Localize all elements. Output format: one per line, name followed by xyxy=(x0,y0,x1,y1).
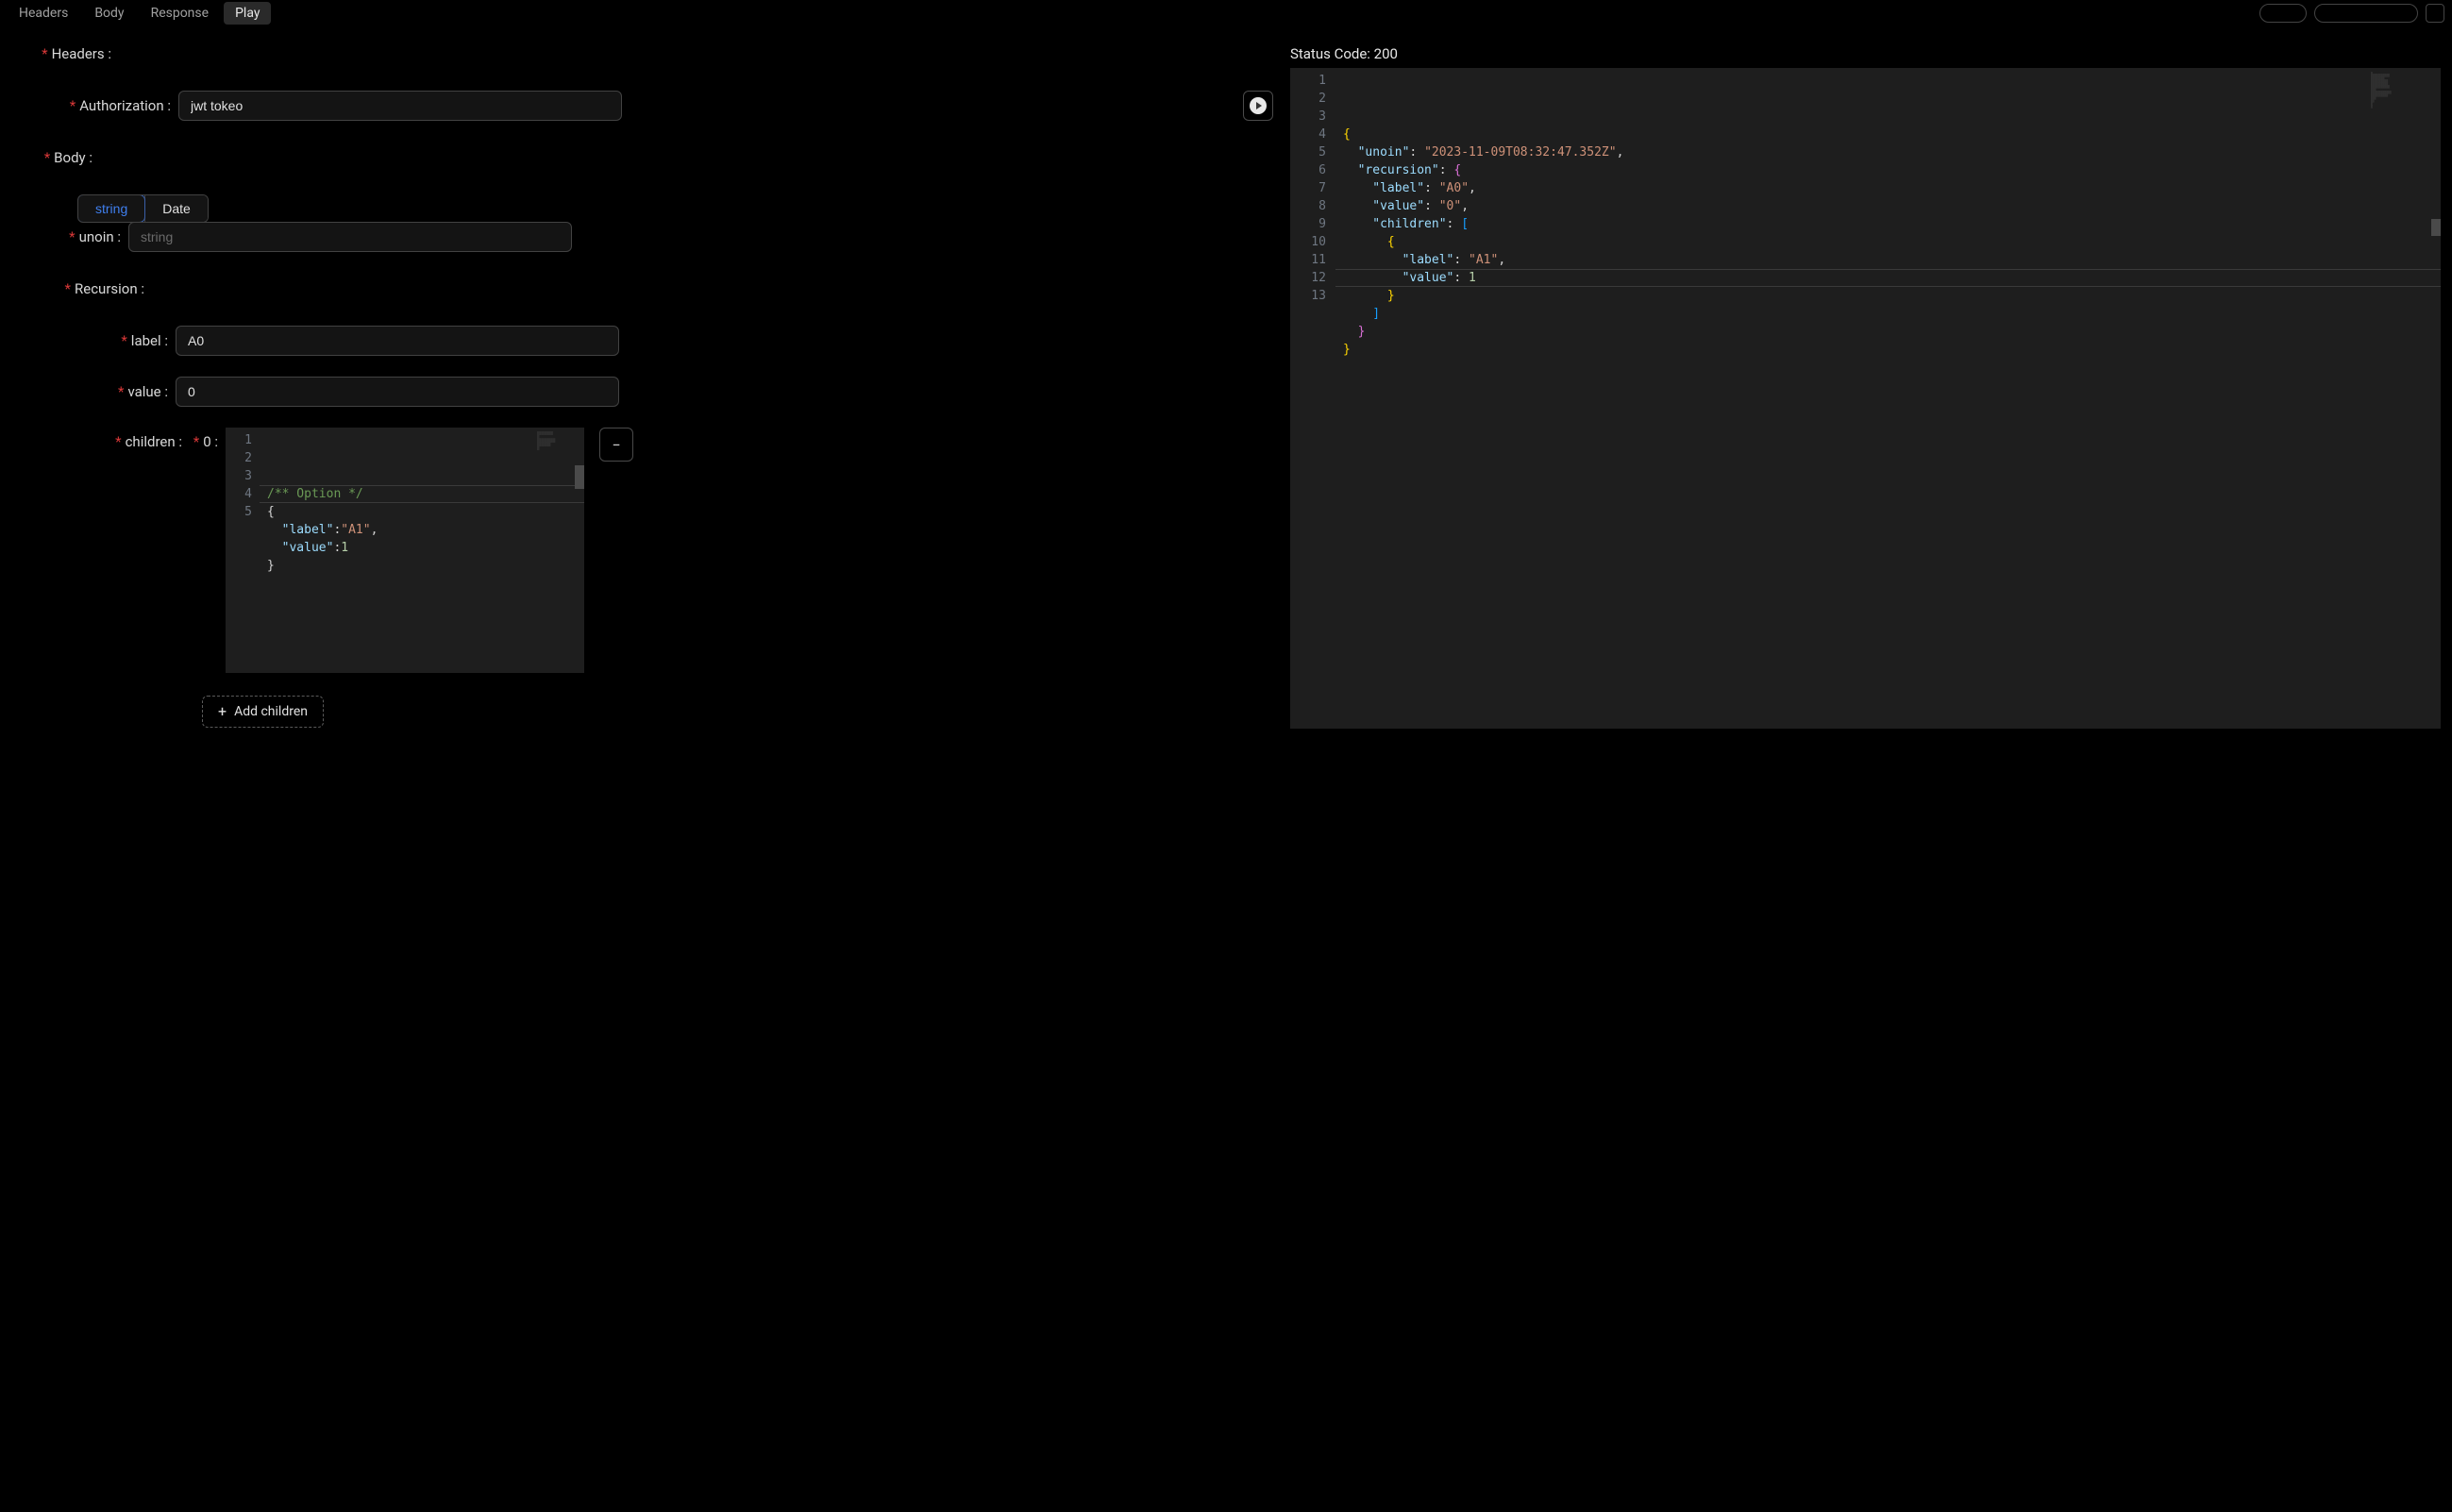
unoin-type-segmented-row: string Date xyxy=(77,194,1275,223)
recursion-label-label: *label : xyxy=(34,332,176,349)
child-json-editor[interactable]: 12345 /** Option */{ "label":"A1", "valu… xyxy=(226,428,584,673)
child-editor-code[interactable]: /** Option */{ "label":"A1", "value":1} xyxy=(260,428,584,673)
children-label: *children : xyxy=(34,428,190,450)
response-editor-gutter: 12345678910111213 xyxy=(1290,68,1335,729)
authorization-label: *Authorization : xyxy=(34,97,178,114)
recursion-value-row: *value : xyxy=(34,377,1275,407)
recursion-label-input[interactable] xyxy=(176,326,619,356)
add-children-button[interactable]: + Add children xyxy=(202,696,324,728)
plus-icon: + xyxy=(218,704,227,719)
headers-section-row: *Headers : xyxy=(34,45,1275,62)
child-editor-scrollbar[interactable] xyxy=(575,465,584,489)
authorization-input[interactable] xyxy=(178,91,622,121)
response-editor-minimap: ████████████████████████████████████████… xyxy=(2371,72,2437,147)
children-block: *children : *0 : 12345 /** Option */{ "l… xyxy=(34,428,1275,673)
body-section-row: *Body : xyxy=(34,149,1275,166)
tab-headers[interactable]: Headers xyxy=(8,2,79,25)
response-editor-scrollbar[interactable] xyxy=(2431,219,2441,236)
top-pill-button-1[interactable] xyxy=(2259,4,2307,23)
unoin-input[interactable] xyxy=(128,222,572,252)
response-editor-code: { "unoin": "2023-11-09T08:32:47.352Z", "… xyxy=(1335,68,2441,729)
tab-response[interactable]: Response xyxy=(140,2,221,25)
segment-string[interactable]: string xyxy=(77,194,145,223)
unoin-row: *unoin : xyxy=(34,222,1275,252)
minus-icon: − xyxy=(612,436,620,454)
unoin-type-segmented: string Date xyxy=(77,194,209,223)
segment-date[interactable]: Date xyxy=(144,195,208,222)
add-children-label: Add children xyxy=(234,704,308,719)
status-code-line: Status Code: 200 xyxy=(1290,45,2441,62)
top-pill-button-2[interactable] xyxy=(2314,4,2418,23)
play-button[interactable] xyxy=(1243,91,1273,121)
response-json-editor[interactable]: 12345678910111213 { "unoin": "2023-11-09… xyxy=(1290,68,2441,729)
recursion-label: *Recursion : xyxy=(34,280,152,297)
authorization-row: *Authorization : xyxy=(34,91,1275,121)
recursion-value-label: *value : xyxy=(34,383,176,400)
top-tabs-bar: Headers Body Response Play xyxy=(0,0,2452,26)
recursion-label-row: *label : xyxy=(34,326,1275,356)
child-editor-minimap: ███████████████████████ xyxy=(537,431,575,460)
tab-body[interactable]: Body xyxy=(83,2,135,25)
tab-play[interactable]: Play xyxy=(224,2,271,25)
headers-label: *Headers : xyxy=(34,45,119,62)
recursion-value-input[interactable] xyxy=(176,377,619,407)
child-index-label: *0 : xyxy=(190,428,226,450)
body-label: *Body : xyxy=(34,149,100,166)
play-icon xyxy=(1250,97,1267,114)
top-square-button[interactable] xyxy=(2426,4,2444,23)
child-editor-gutter: 12345 xyxy=(226,428,260,673)
top-right-controls xyxy=(2259,4,2444,23)
right-panel: Status Code: 200 12345678910111213 { "un… xyxy=(1290,45,2452,729)
unoin-label: *unoin : xyxy=(34,228,128,245)
main-container: *Headers : *Authorization : *Body : stri… xyxy=(0,26,2452,748)
recursion-section-row: *Recursion : xyxy=(34,280,1275,297)
remove-child-button[interactable]: − xyxy=(599,428,633,462)
left-panel: *Headers : *Authorization : *Body : stri… xyxy=(0,45,1275,729)
